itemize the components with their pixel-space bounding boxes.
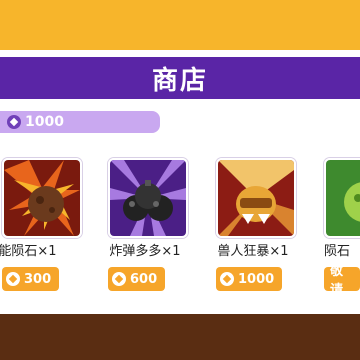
title-bar: 商店 xyxy=(0,57,360,99)
shop-item-bombs[interactable]: 炸弹多多×1 600 xyxy=(90,156,200,296)
meteor-icon xyxy=(2,158,82,238)
gem-icon xyxy=(220,272,234,286)
buy-button-partial[interactable]: 敬请 xyxy=(324,264,360,296)
item-name: 炸弹多多×1 xyxy=(109,244,181,259)
item-name: 兽人狂暴×1 xyxy=(217,244,289,259)
buy-button-meteor[interactable]: 300 xyxy=(2,267,60,291)
gem-icon xyxy=(6,272,20,286)
currency-display: 1000 xyxy=(0,111,160,133)
green-meteor-icon xyxy=(324,158,360,238)
page-title: 商店 xyxy=(151,65,208,96)
buy-button-bombs[interactable]: 600 xyxy=(108,267,166,291)
gem-icon xyxy=(7,115,21,129)
shop-items-row: 高能陨石×1 300 炸弹多多×1 600 xyxy=(0,156,360,296)
gem-icon xyxy=(112,272,126,286)
buy-button-orc-rage[interactable]: 1000 xyxy=(216,267,283,291)
price-label: 300 xyxy=(24,271,52,287)
shop-item-partial[interactable]: 陨石 敬请 xyxy=(306,156,360,296)
price-label: 1000 xyxy=(238,271,275,287)
bombs-icon xyxy=(108,158,188,238)
top-banner xyxy=(0,0,360,50)
bottom-bar xyxy=(0,314,360,360)
orc-rage-icon xyxy=(216,158,296,238)
item-name: 陨石 xyxy=(324,244,351,259)
shop-item-orc-rage[interactable]: 兽人狂暴×1 1000 xyxy=(198,156,308,296)
item-name: 高能陨石×1 xyxy=(0,244,57,259)
shop-item-meteor[interactable]: 高能陨石×1 300 xyxy=(0,156,82,296)
price-label: 600 xyxy=(130,271,158,287)
currency-amount: 1000 xyxy=(25,114,64,130)
price-label: 敬请 xyxy=(330,264,344,296)
